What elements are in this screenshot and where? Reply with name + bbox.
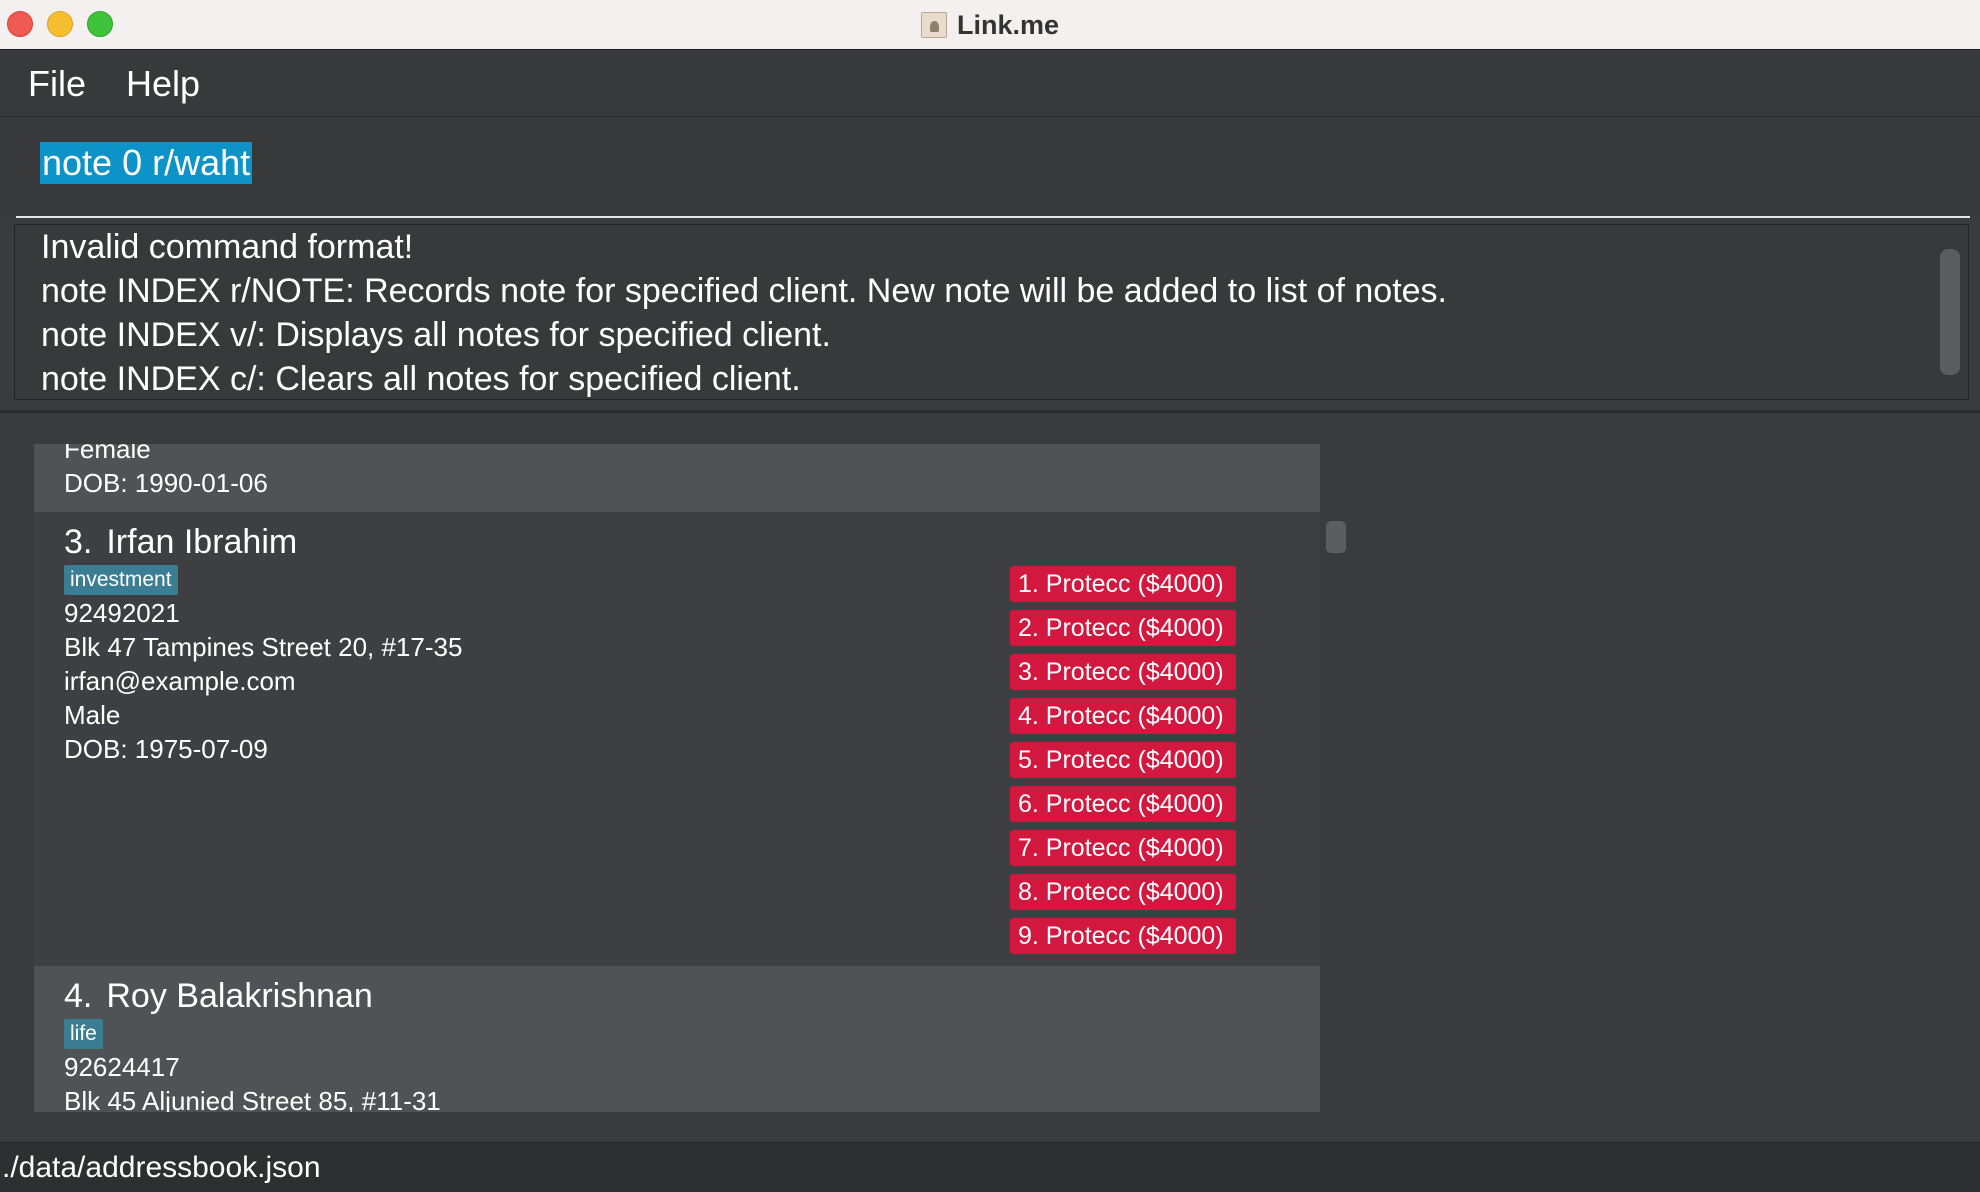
client-card[interactable]: Female DOB: 1990-01-06 <box>34 444 1320 512</box>
result-line: note INDEX v/: Displays all notes for sp… <box>41 316 831 354</box>
policy-badge: 5. Protecc ($4000) <box>1010 742 1236 778</box>
policy-badge: 4. Protecc ($4000) <box>1010 698 1236 734</box>
client-name: Irfan Ibrahim <box>106 523 298 561</box>
menu-help[interactable]: Help <box>126 63 200 105</box>
panel-divider <box>0 410 1980 413</box>
client-address: Blk 45 Aljunied Street 85, #11-31 <box>64 1086 441 1112</box>
app-document-icon <box>920 12 947 38</box>
result-line: note INDEX c/: Clears all notes for spec… <box>41 360 801 398</box>
command-input[interactable] <box>16 136 1970 218</box>
client-name: Roy Balakrishnan <box>106 977 373 1015</box>
client-list-scrollbar[interactable] <box>1326 521 1346 553</box>
window-title-group: Link.me <box>0 0 1980 50</box>
client-card[interactable]: 4. Roy Balakrishnan life 92624417 Blk 45 … <box>34 966 1320 1112</box>
result-scrollbar[interactable] <box>1940 249 1960 375</box>
policy-badge: 9. Protecc ($4000) <box>1010 918 1236 954</box>
client-gender: Female <box>64 444 151 464</box>
result-display: Invalid command format! note INDEX r/NOT… <box>14 224 1969 400</box>
client-policies: 1. Protecc ($4000) 2. Protecc ($4000) 3.… <box>1010 566 1236 962</box>
menu-bar: File Help <box>0 51 1980 117</box>
policy-badge: 3. Protecc ($4000) <box>1010 654 1236 690</box>
client-card[interactable]: 3. Irfan Ibrahim investment 92492021 Blk … <box>34 512 1320 966</box>
client-name-row: 3. Irfan Ibrahim <box>64 520 1320 564</box>
policy-badge: 8. Protecc ($4000) <box>1010 874 1236 910</box>
policy-badge: 1. Protecc ($4000) <box>1010 566 1236 602</box>
result-line: Invalid command format! <box>41 228 414 266</box>
client-phone: 92624417 <box>64 1052 180 1082</box>
policy-badge: 2. Protecc ($4000) <box>1010 610 1236 646</box>
menu-file[interactable]: File <box>28 63 86 105</box>
command-box: note 0 r/waht <box>0 118 1980 218</box>
command-input-text[interactable]: note 0 r/waht <box>40 142 253 184</box>
title-bar: Link.me <box>0 0 1980 50</box>
client-dob: DOB: 1990-01-06 <box>64 468 268 498</box>
client-name-row: 4. Roy Balakrishnan <box>64 974 1320 1018</box>
status-file-path: ./data/addressbook.json <box>2 1151 321 1184</box>
client-index: 4. <box>64 977 93 1015</box>
result-line: note INDEX r/NOTE: Records note for spec… <box>41 272 1448 310</box>
client-list-panel[interactable]: Female DOB: 1990-01-06 3. Irfan Ibrahim i… <box>34 444 1320 1112</box>
client-index: 3. <box>64 523 93 561</box>
client-tag: life <box>64 1019 103 1049</box>
status-bar: ./data/addressbook.json <box>0 1142 1980 1192</box>
policy-badge: 6. Protecc ($4000) <box>1010 786 1236 822</box>
policy-badge: 7. Protecc ($4000) <box>1010 830 1236 866</box>
client-tag: investment <box>64 565 178 595</box>
window-title: Link.me <box>956 9 1060 40</box>
